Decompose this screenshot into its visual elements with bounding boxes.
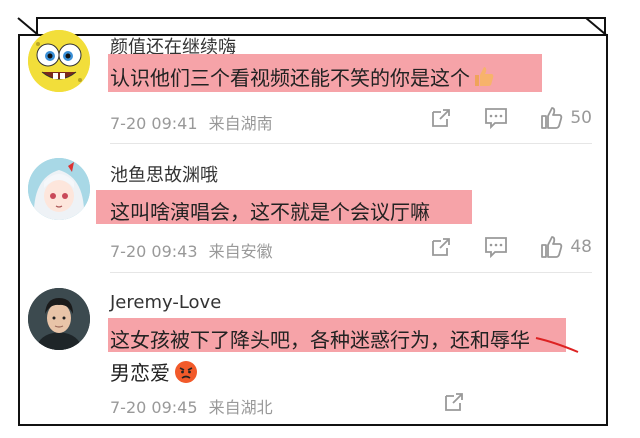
like-button[interactable]: 50 [540,106,592,130]
location: 来自湖北 [208,398,273,417]
share-icon [432,238,451,256]
comment-text-line: 男恋爱 [110,361,170,385]
comment-text: 这叫啥演唱会，这不就是个会议厅嘛 [110,196,430,225]
comment-meta: 7-20 09:43 来自安徽 [110,238,273,262]
location: 来自湖南 [208,114,273,133]
comment-actions [443,391,465,413]
share-icon [445,393,463,411]
share-icon [432,109,451,127]
like-button[interactable]: 48 [540,235,592,259]
divider [110,143,592,144]
comment-text-line: 认识他们三个看视频还能不笑的你是这个 [110,66,470,90]
avatar[interactable] [28,288,90,350]
red-strike-mark [535,337,579,353]
frame-front [18,34,608,426]
comment-meta: 7-20 09:41 来自湖南 [110,110,273,134]
comment-meta: 7-20 09:45 来自湖北 [110,394,273,418]
comment-text-continued: 男恋爱 [110,357,198,386]
comment-icon [485,108,508,129]
share-button[interactable] [430,236,452,258]
divider [110,272,592,273]
comment-actions: 50 [430,106,592,130]
thumbs-up-icon [541,236,563,258]
like-count: 48 [570,237,592,257]
timestamp: 7-20 09:41 [110,114,198,133]
frame-top-line [18,34,608,36]
timestamp: 7-20 09:45 [110,398,198,417]
spongebob-avatar-icon [28,30,90,92]
thumbs-up-icon [541,107,563,129]
comment-text: 认识他们三个看视频还能不笑的你是这个 [110,62,496,91]
timestamp: 7-20 09:43 [110,242,198,261]
share-button[interactable] [443,391,465,413]
man-portrait-avatar-icon [28,288,90,350]
comment-button[interactable] [484,107,508,129]
like-count: 50 [570,108,592,128]
angry-face-emoji-icon [174,360,198,384]
comment-text-line: 这叫啥演唱会，这不就是个会议厅嘛 [110,200,430,224]
share-button[interactable] [430,107,452,129]
thumbs-up-emoji-icon [472,64,496,88]
location: 来自安徽 [208,242,273,261]
comment-button[interactable] [484,236,508,258]
avatar[interactable] [28,158,90,220]
username[interactable]: Jeremy-Love [110,292,221,313]
comment-actions: 48 [430,235,592,259]
comment-text-line: 这女孩被下了降头吧，各种迷惑行为，还和辱华 [110,328,530,352]
comment-icon [485,237,508,258]
username[interactable]: 池鱼思故渊哦 [110,161,218,187]
avatar[interactable] [28,30,90,92]
comment-text: 这女孩被下了降头吧，各种迷惑行为，还和辱华 [110,324,530,353]
anime-girl-avatar-icon [28,158,90,220]
